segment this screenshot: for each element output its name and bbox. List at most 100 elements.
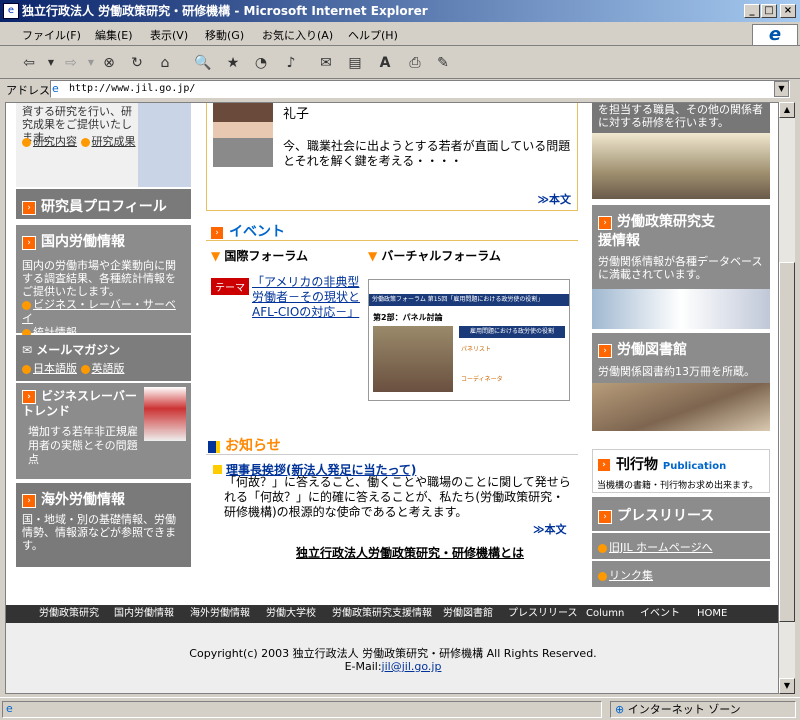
vertical-scrollbar[interactable]: ▲ ▼ xyxy=(779,102,795,694)
menu-view[interactable]: 表示(V) xyxy=(150,27,188,43)
overseas-title[interactable]: 海外労働情報 xyxy=(41,492,125,508)
mail-japanese-link[interactable]: 日本語版 xyxy=(33,362,77,375)
bullet-icon xyxy=(598,543,607,553)
profile-title: 研究員プロフィール xyxy=(41,199,167,215)
back-icon[interactable]: ⇦ xyxy=(18,52,40,74)
scroll-thumb[interactable] xyxy=(779,262,795,622)
scroll-down-icon[interactable]: ▼ xyxy=(779,678,795,694)
menu-go[interactable]: 移動(G) xyxy=(205,27,244,43)
left-research-box: 資する研究を行い、研究成果をご提供いたします。 研究内容 研究成果 xyxy=(16,103,191,187)
mail-section: ✉ メールマガジン 日本語版 英語版 xyxy=(16,335,191,381)
library-section[interactable]: › 労働図書館 労働関係図書約13万冊を所蔵。 xyxy=(592,333,770,431)
email-link[interactable]: jil@jil.go.jp xyxy=(382,660,442,673)
domestic-title[interactable]: 国内労働情報 xyxy=(41,234,125,250)
business-labor-survey-link[interactable]: ビジネス・レーバー・サーベイ xyxy=(22,298,176,325)
font-size-icon[interactable]: A xyxy=(374,52,396,74)
footer-link[interactable]: イベント xyxy=(640,605,680,623)
footer-link[interactable]: HOME xyxy=(697,605,727,623)
interview-more-link[interactable]: ≫本文 xyxy=(537,191,571,207)
old-jil-box: 旧JIL ホームページへ xyxy=(592,533,770,559)
footer-link[interactable]: プレスリリース xyxy=(508,605,578,623)
publication-banner[interactable]: › 刊行物 Publication 当機構の書籍・刊行物お求め出来ます。 xyxy=(592,449,770,493)
menu-help[interactable]: ヘルプ(H) xyxy=(348,27,398,43)
refresh-icon[interactable]: ↻ xyxy=(126,52,148,74)
training-text: を担当する職員、その他の関係者に対する研修を行います。 xyxy=(598,103,763,129)
training-photo xyxy=(592,133,770,199)
links-box: リンク集 xyxy=(592,561,770,587)
forum-theme-link[interactable]: 「アメリカの非典型労働者－その現状とAFL-CIOの対応－」 xyxy=(252,275,364,320)
library-text: 労働関係図書約13万冊を所蔵。 xyxy=(598,365,755,378)
bullet-icon xyxy=(598,571,607,581)
ie-page-icon: e xyxy=(3,3,19,19)
search-icon[interactable]: 🔍 xyxy=(192,52,214,74)
minimize-button[interactable]: _ xyxy=(744,4,760,18)
address-bar: アドレス http://www.jil.go.jp/ e ▼ xyxy=(0,78,800,100)
overseas-section: › 海外労働情報 国・地域・別の基礎情報、労働情勢、情報源などが参照できます。 xyxy=(16,483,191,567)
square-bullet-icon xyxy=(213,465,222,474)
forum-image-box: 雇用問題における政労使の役割 xyxy=(459,326,565,338)
mail-english-link[interactable]: 英語版 xyxy=(92,362,125,375)
training-box: を担当する職員、その他の関係者に対する研修を行います。 xyxy=(592,103,770,199)
print-icon[interactable]: ⎙ xyxy=(404,52,426,74)
bullet-icon xyxy=(22,364,31,374)
toolbar: ⇦ ▼ ⇨ ▼ ⊗ ↻ ⌂ 🔍 ★ ◔ ♪ ✉ ▤ A ⎙ ✎ xyxy=(0,47,800,79)
triangle-icon: ▼ xyxy=(211,249,225,263)
news-more-link[interactable]: ≫本文 xyxy=(533,521,567,537)
blt-section[interactable]: › ビジネスレーバートレンド 増加する若年非正規雇用者の実態とその問題点 xyxy=(16,383,191,479)
researcher-photo xyxy=(213,103,273,167)
bullet-icon xyxy=(80,364,90,374)
stop-icon[interactable]: ⊗ xyxy=(98,52,120,74)
press-banner[interactable]: › プレスリリース xyxy=(592,497,770,531)
footer-link[interactable]: 労働政策研究 xyxy=(39,605,99,623)
home-icon[interactable]: ⌂ xyxy=(154,52,176,74)
address-input[interactable]: http://www.jil.go.jp/ xyxy=(50,80,790,98)
arrow-icon: › xyxy=(598,344,612,358)
overseas-text: 国・地域・別の基礎情報、労働情勢、情報源などが参照できます。 xyxy=(22,513,176,552)
virtual-forum-image[interactable]: 労働政策フォーラム 第15回「雇用問題における政労使の役割」 第2部：パネル討論… xyxy=(368,279,570,401)
forward-icon[interactable]: ⇨ xyxy=(60,52,82,74)
print-preview-icon[interactable]: ▤ xyxy=(344,52,366,74)
media-icon[interactable]: ♪ xyxy=(280,52,302,74)
bullet-icon xyxy=(22,137,31,147)
press-title: プレスリリース xyxy=(617,508,715,524)
footer-link[interactable]: 国内労働情報 xyxy=(114,605,174,623)
research-results-link[interactable]: 研究成果 xyxy=(92,135,136,148)
address-label: アドレス xyxy=(6,84,50,97)
back-dropdown-icon[interactable]: ▼ xyxy=(40,52,62,74)
favorites-icon[interactable]: ★ xyxy=(222,52,244,74)
domestic-section: › 国内労働情報 国内の労働市場や企業動向に関する調査結果、各種統計情報をご提供い… xyxy=(16,225,191,339)
about-jil-link[interactable]: 独立行政法人労働政策研究・研修機構とは xyxy=(296,544,524,561)
scroll-up-icon[interactable]: ▲ xyxy=(779,102,795,118)
footer-link[interactable]: 労働図書館 xyxy=(443,605,493,623)
footer-link[interactable]: 労働政策研究支援情報 xyxy=(332,605,432,623)
interview-box: 礼子 今、職業社会に出ようとする若者が直面している問題とそれを解く鍵を考える・・… xyxy=(206,103,578,211)
arrow-icon: › xyxy=(22,201,36,215)
support-photo xyxy=(592,289,770,329)
page-status-icon: e xyxy=(6,702,13,715)
history-icon[interactable]: ◔ xyxy=(250,52,272,74)
zone-text: インターネット ゾーン xyxy=(627,703,741,716)
address-dropdown-icon[interactable]: ▼ xyxy=(774,81,789,97)
profile-banner[interactable]: › 研究員プロフィール xyxy=(16,189,191,219)
maximize-button[interactable]: □ xyxy=(761,4,777,18)
triangle-icon: ▼ xyxy=(368,249,382,263)
menu-edit[interactable]: 編集(E) xyxy=(95,27,133,43)
status-bar: e ⊕ インターネット ゾーン xyxy=(0,697,800,720)
research-content-link[interactable]: 研究内容 xyxy=(33,135,77,148)
support-section[interactable]: › 労働政策研究支援情報 労働関係情報が各種データベースに満載されています。 xyxy=(592,205,770,329)
old-jil-link[interactable]: 旧JIL ホームページへ xyxy=(609,541,713,554)
publication-title: 刊行物 xyxy=(616,457,658,473)
footer-link[interactable]: 労働大学校 xyxy=(266,605,316,623)
support-text: 労働関係情報が各種データベースに満載されています。 xyxy=(598,255,763,281)
menu-favorites[interactable]: お気に入り(A) xyxy=(262,27,333,43)
domestic-text: 国内の労働市場や企業動向に関する調査結果、各種統計情報をご提供いたします。 xyxy=(22,259,176,298)
close-button[interactable]: × xyxy=(780,4,796,18)
edit-icon[interactable]: ✎ xyxy=(432,52,454,74)
copyright-area: Copyright(c) 2003 独立行政法人 労働政策研究・研修機構 All… xyxy=(6,623,778,693)
link-collection-link[interactable]: リンク集 xyxy=(609,569,653,582)
mail-title: メールマガジン xyxy=(36,343,121,357)
footer-link[interactable]: 海外労働情報 xyxy=(190,605,250,623)
mail-icon[interactable]: ✉ xyxy=(315,52,337,74)
menu-file[interactable]: ファイル(F) xyxy=(22,27,81,43)
footer-link[interactable]: Column xyxy=(586,605,624,623)
